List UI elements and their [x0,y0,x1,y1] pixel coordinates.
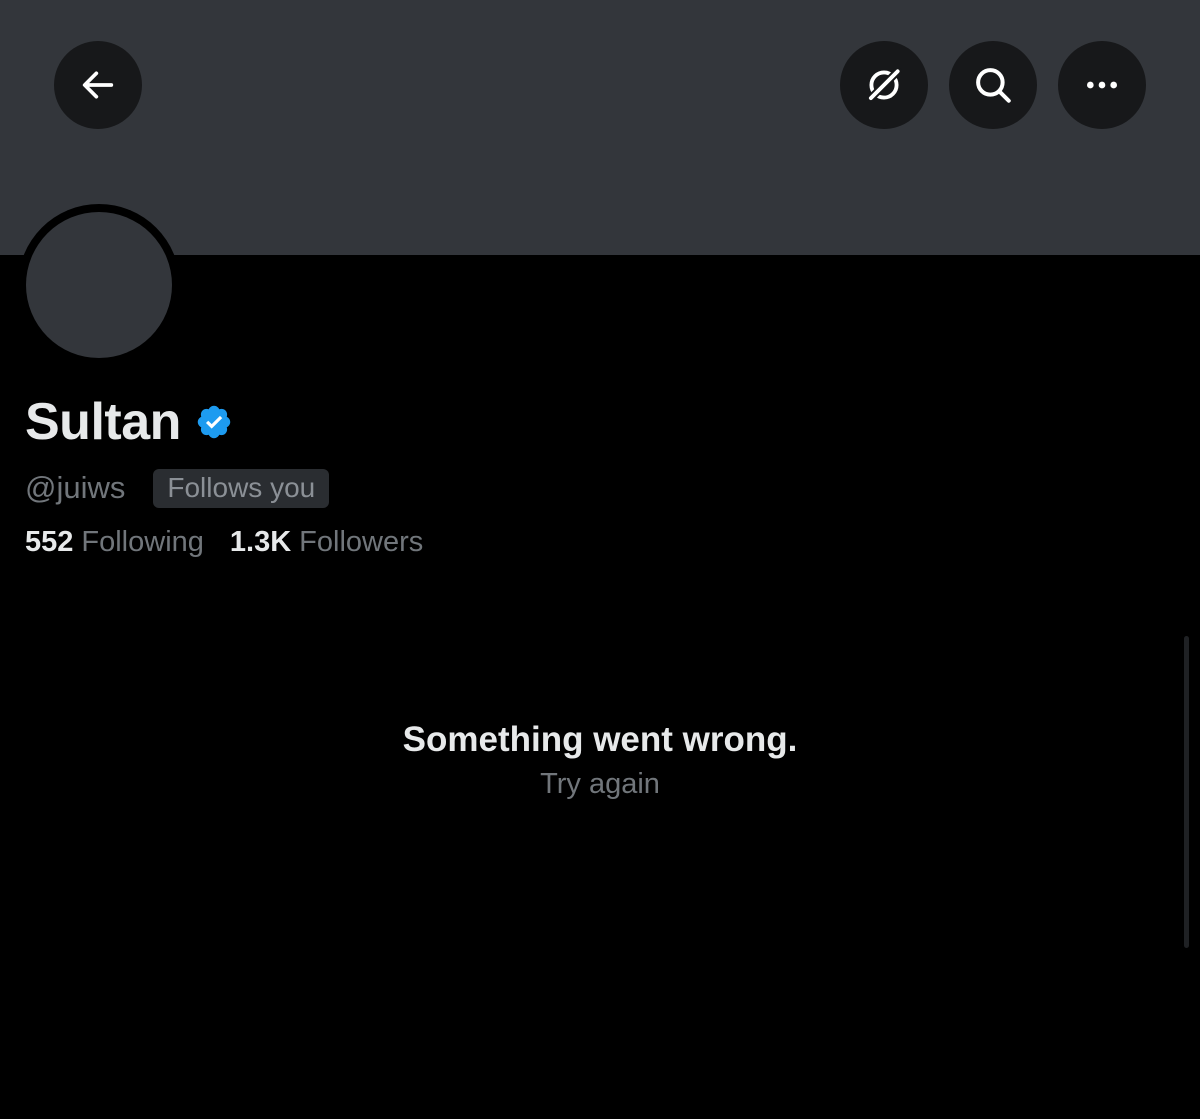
follows-you-badge: Follows you [153,468,330,508]
profile-name-row: Sultan [25,392,233,452]
grok-icon [866,67,902,103]
search-button[interactable] [949,41,1037,129]
back-button[interactable] [54,41,142,129]
followers-label: Followers [299,525,424,558]
avatar[interactable] [26,212,172,358]
follow-stats: 552 Following 1.3K Followers [25,522,423,562]
following-count: 552 [25,525,74,558]
more-horizontal-icon [1087,81,1117,89]
verified-badge-icon[interactable] [195,403,233,441]
scrollbar-thumb[interactable] [1184,636,1189,948]
profile-banner[interactable] [0,0,1200,255]
followers-count: 1.3K [229,525,292,558]
user-handle: @juiws [25,470,126,505]
following-label: Following [81,525,204,558]
error-message: Something went wrong. [402,720,798,759]
search-icon [976,68,1011,103]
profile-page: Sultan @juiws Follows you 552 Following … [0,0,1200,1119]
followers-link[interactable]: 1.3K Followers [230,526,423,559]
more-options-button[interactable] [1058,41,1146,129]
display-name: Sultan [25,393,181,451]
handle-row: @juiws Follows you [25,466,330,510]
grok-button[interactable] [840,41,928,129]
try-again-button[interactable]: Try again [540,764,660,804]
error-state: Something went wrong. Try again [0,716,1200,804]
arrow-left-icon [82,71,114,99]
following-link[interactable]: 552 Following [25,526,204,559]
